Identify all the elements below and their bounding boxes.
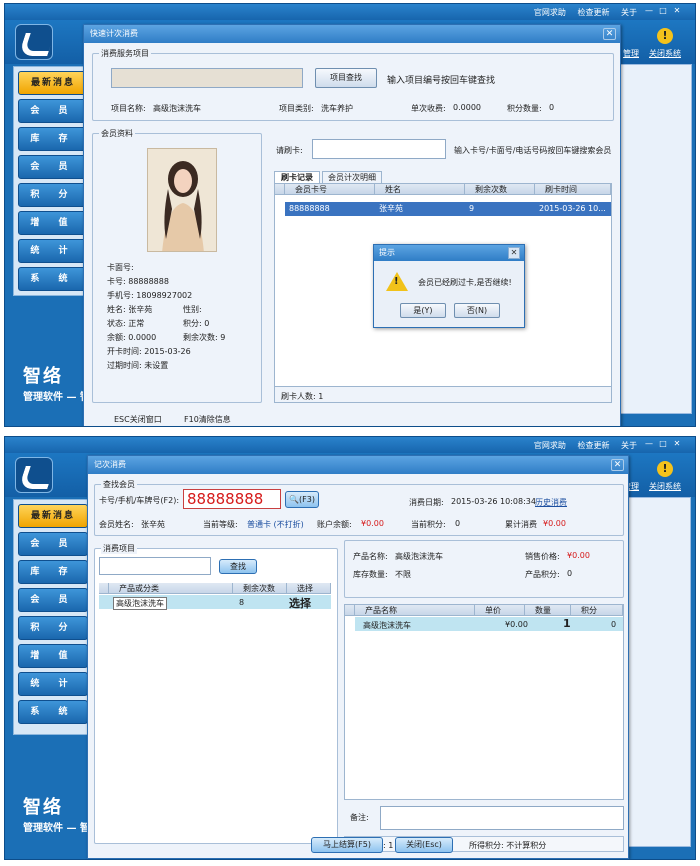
table-row[interactable]: 88888888 张辛苑 9 2015-03-26 10... bbox=[285, 202, 611, 216]
close-icon[interactable]: ✕ bbox=[671, 439, 683, 449]
exit-system-link[interactable]: 关闭系统 bbox=[649, 481, 681, 492]
sidebar-item-stats[interactable]: 统 计 bbox=[18, 239, 88, 263]
message-text: 会员已经刷过卡,是否继续! bbox=[418, 278, 512, 287]
product-info: 产品名称: 高级泡沫洗车 销售价格: ¥0.00 库存数量: 不限 产品积分: … bbox=[344, 540, 624, 598]
app-logo bbox=[15, 457, 53, 493]
find-member-button[interactable]: 🔍(F3) bbox=[285, 491, 319, 508]
sidebar-item-system[interactable]: 系 统 bbox=[18, 267, 88, 291]
item-search-button[interactable]: 查找 bbox=[219, 559, 257, 574]
service-group: 消费服务项目 项目查找 输入项目编号按回车键查找 项目名称: 高级泡沫洗车 项目… bbox=[92, 48, 614, 121]
exit-system-link[interactable]: 关闭系统 bbox=[649, 48, 681, 59]
item-search-input[interactable] bbox=[111, 68, 303, 88]
quick-count-dialog: 快速计次消费 ✕ 消费服务项目 项目查找 输入项目编号按回车键查找 项目名称: 高… bbox=[83, 24, 621, 426]
sidebar: 最新消息 会 员 库 存 会 员 积 分 增 值 统 计 系 统 bbox=[13, 66, 93, 296]
sidebar-item-member[interactable]: 会 员 bbox=[18, 99, 88, 123]
dialog-title: 快速计次消费 ✕ bbox=[84, 25, 620, 43]
sidebar-item-member2[interactable]: 会 员 bbox=[18, 155, 88, 179]
swipe-count: 刷卡人数: 1 bbox=[281, 392, 324, 401]
member-info-group: 会员资料 卡面号: 卡号: 88888888 手机号: 18098927002 … bbox=[92, 128, 262, 403]
count-consume-dialog: 记次消费 ✕ 查找会员 卡号/手机/车牌号(F2): 88888888 🔍(F3)… bbox=[87, 455, 629, 859]
search-icon: 🔍 bbox=[289, 495, 300, 504]
sidebar-item-member2[interactable]: 会 员 bbox=[18, 588, 88, 612]
dialog-title: 记次消费 ✕ bbox=[88, 456, 628, 474]
sidebar-item-value[interactable]: 增 值 bbox=[18, 644, 88, 668]
sidebar-item-stock[interactable]: 库 存 bbox=[18, 560, 88, 584]
about-link[interactable]: 关于 bbox=[621, 8, 637, 17]
close-icon[interactable]: ✕ bbox=[508, 247, 520, 259]
manage-link[interactable]: 管理 bbox=[623, 48, 639, 59]
f10-hint: F10清除信息 bbox=[184, 415, 231, 424]
sidebar-item-stock[interactable]: 库 存 bbox=[18, 127, 88, 151]
no-button[interactable]: 否(N) bbox=[454, 303, 500, 318]
warning-icon[interactable]: ! bbox=[657, 461, 673, 477]
close-icon[interactable]: ✕ bbox=[671, 6, 683, 16]
card-input[interactable]: 88888888 bbox=[183, 489, 281, 509]
screenshot-quick-count: 官网求助 检查更新 关于 — □ ✕ ! 管理 关闭系统 最新消息 会 员 库 存 … bbox=[4, 3, 696, 427]
sidebar-item-member[interactable]: 会 员 bbox=[18, 532, 88, 556]
tab-swipe-records[interactable]: 刷卡记录 bbox=[274, 171, 320, 183]
cart-grid: 产品名称 单价 数量 积分 高级泡沫洗车 ¥0.00 1 0 bbox=[344, 604, 624, 800]
checkout-button[interactable]: 马上结算(F5) bbox=[311, 837, 383, 853]
esc-hint: ESC关闭窗口 bbox=[114, 415, 162, 424]
maximize-icon[interactable]: □ bbox=[657, 6, 669, 16]
maximize-icon[interactable]: □ bbox=[657, 439, 669, 449]
top-bar: 官网求助 检查更新 关于 — □ ✕ bbox=[5, 4, 695, 20]
earned-points: 所得积分: 不计算积分 bbox=[469, 841, 547, 850]
sidebar-item-points[interactable]: 积 分 bbox=[18, 616, 88, 640]
sidebar-item-news[interactable]: 最新消息 bbox=[18, 71, 88, 95]
background-panel bbox=[620, 64, 692, 414]
confirm-message-box: 提示 ✕ ! 会员已经刷过卡,是否继续! 是(Y) 否(N) bbox=[373, 244, 525, 328]
consume-items-group: 消费项目 查找 产品或分类 剩余次数 选择 高级泡沫洗车 8 选择 bbox=[94, 543, 338, 844]
item-search-input[interactable] bbox=[99, 557, 211, 575]
sidebar: 最新消息 会 员 库 存 会 员 积 分 增 值 统 计 系 统 bbox=[13, 499, 93, 735]
sidebar-item-system[interactable]: 系 统 bbox=[18, 700, 88, 724]
screenshot-count-consume: 官网求助 检查更新 关于 — □ ✕ ! 管理 关闭系统 最新消息 会 员 库 存 … bbox=[4, 436, 696, 860]
help-link[interactable]: 官网求助 bbox=[534, 441, 566, 450]
update-link[interactable]: 检查更新 bbox=[577, 441, 609, 450]
close-icon[interactable]: ✕ bbox=[603, 28, 616, 40]
select-button[interactable]: 选择 bbox=[289, 595, 311, 611]
yes-button[interactable]: 是(Y) bbox=[400, 303, 446, 318]
find-member-group: 查找会员 卡号/手机/车牌号(F2): 88888888 🔍(F3) 消费日期:… bbox=[94, 479, 624, 536]
app-logo bbox=[15, 24, 53, 60]
sidebar-item-value[interactable]: 增 值 bbox=[18, 211, 88, 235]
close-icon[interactable]: ✕ bbox=[611, 459, 624, 471]
top-bar: 官网求助 检查更新 关于 — □ ✕ bbox=[5, 437, 695, 453]
help-link[interactable]: 官网求助 bbox=[534, 8, 566, 17]
warning-icon[interactable]: ! bbox=[657, 28, 673, 44]
note-input[interactable] bbox=[380, 806, 624, 830]
brand: 智络 管理软件 — 智 bbox=[23, 797, 90, 834]
background-panel bbox=[625, 497, 691, 847]
sidebar-item-stats[interactable]: 统 计 bbox=[18, 672, 88, 696]
tab-count-details[interactable]: 会员计次明细 bbox=[322, 171, 382, 183]
update-link[interactable]: 检查更新 bbox=[577, 8, 609, 17]
brand: 智络 管理软件 — 智 bbox=[23, 366, 90, 403]
item-search-button[interactable]: 项目查找 bbox=[315, 68, 377, 88]
table-row[interactable]: 高级泡沫洗车 8 选择 bbox=[99, 595, 331, 611]
sidebar-item-points[interactable]: 积 分 bbox=[18, 183, 88, 207]
sidebar-item-news[interactable]: 最新消息 bbox=[18, 504, 88, 528]
about-link[interactable]: 关于 bbox=[621, 441, 637, 450]
table-row[interactable]: 高级泡沫洗车 ¥0.00 1 0 bbox=[355, 617, 623, 631]
close-button[interactable]: 关闭(Esc) bbox=[395, 837, 453, 853]
warning-icon: ! bbox=[386, 272, 408, 291]
member-photo bbox=[147, 148, 217, 252]
minimize-icon[interactable]: — bbox=[643, 6, 655, 16]
swipe-card-input[interactable] bbox=[312, 139, 446, 159]
minimize-icon[interactable]: — bbox=[643, 439, 655, 449]
history-link[interactable]: 历史消费 bbox=[535, 497, 567, 508]
tab-strip: 刷卡记录 会员计次明细 bbox=[274, 171, 614, 183]
